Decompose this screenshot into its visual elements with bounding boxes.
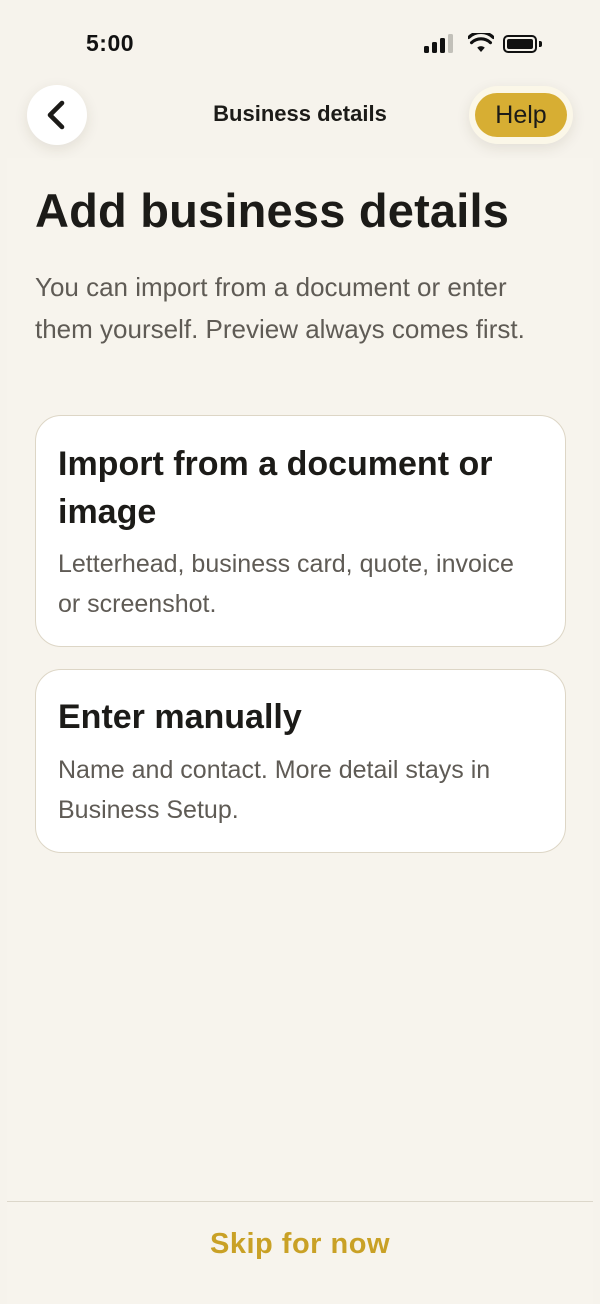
page-title: Add business details (35, 184, 510, 237)
battery-icon (503, 35, 543, 53)
option-description: Letterhead, business card, quote, invoic… (58, 550, 514, 618)
help-button[interactable]: Help (475, 93, 567, 137)
option-title: Enter manually (58, 698, 302, 736)
help-button-wrapper: Help (469, 86, 573, 144)
screen: 5:00 Business details Help Add business … (0, 0, 600, 1304)
option-description: Name and contact. More detail stays in B… (58, 756, 491, 824)
cellular-signal-icon (424, 33, 456, 53)
import-document-option[interactable]: Import from a document or image Letterhe… (35, 415, 566, 647)
footer-divider (7, 1201, 593, 1202)
option-title: Import from a document or image (58, 445, 493, 531)
wifi-icon (468, 33, 494, 52)
back-button[interactable] (27, 85, 87, 145)
enter-manually-option[interactable]: Enter manually Name and contact. More de… (35, 669, 566, 853)
status-time: 5:00 (86, 30, 135, 56)
nav-title: Business details (213, 101, 387, 126)
intro-text: You can import from a document or enter … (35, 272, 525, 344)
status-icons (424, 33, 548, 55)
skip-for-now-button[interactable]: Skip for now (150, 1228, 450, 1274)
chevron-left-icon (47, 100, 65, 130)
